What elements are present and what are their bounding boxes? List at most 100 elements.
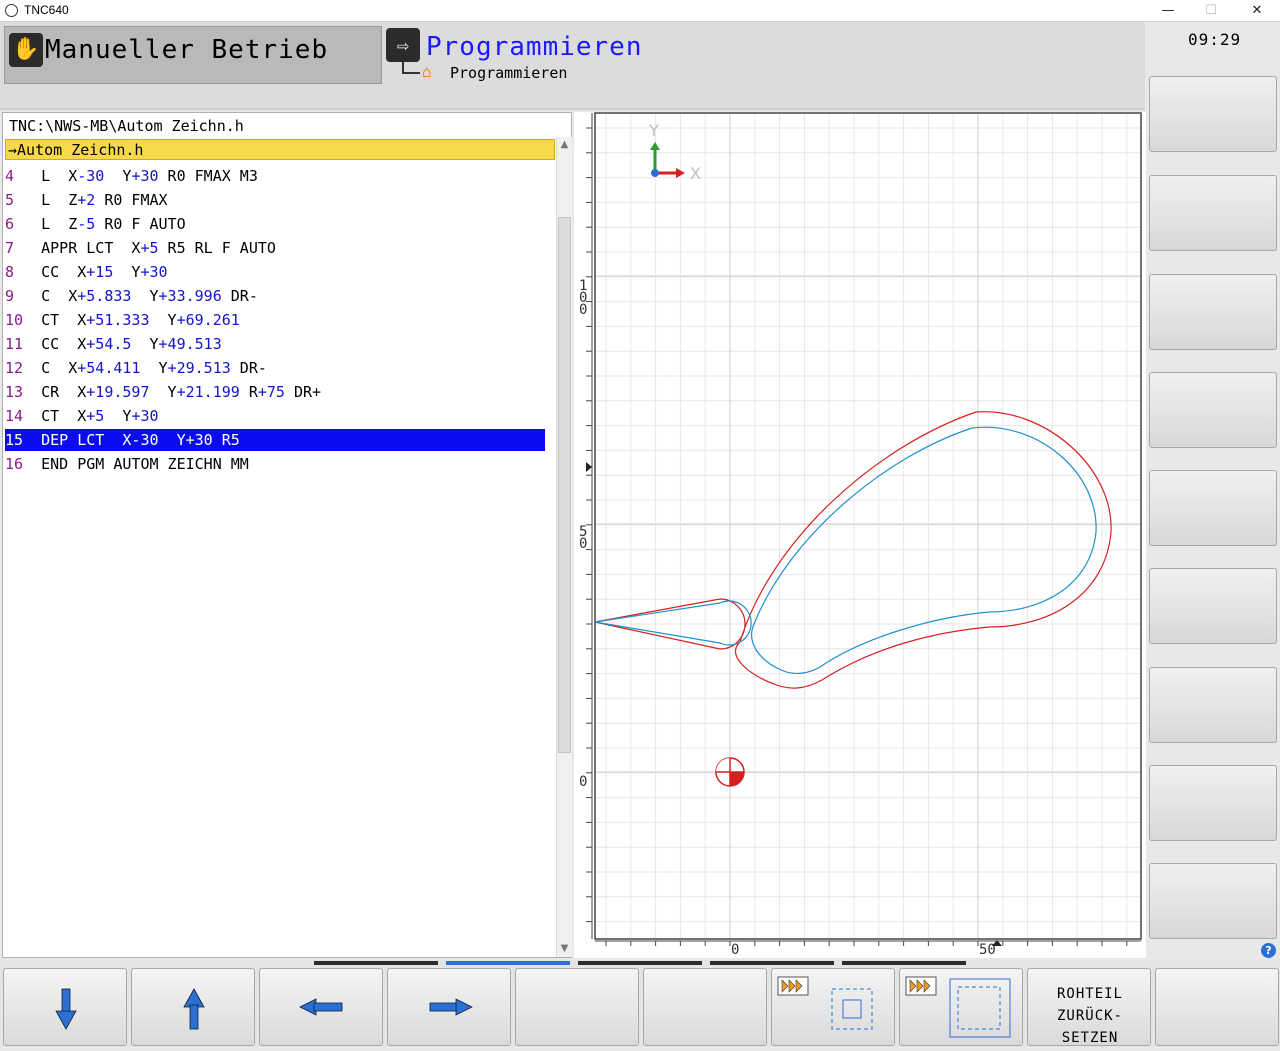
vertical-softkey-9[interactable] [1149,863,1277,939]
nc-token: C X [41,359,78,377]
coordinate-value: +5 [86,407,105,425]
softkey-row-tab-1[interactable] [314,961,438,965]
nc-token: L [41,215,69,233]
softkey-reset-blank[interactable]: ROHTEIL ZURÜCK- SETZEN [1027,968,1151,1046]
coordinate-value: -5 [77,215,96,233]
nc-token: Y [113,263,141,281]
program-line[interactable]: 4 L X-30 Y+30 R0 FMAX M3 [5,165,545,187]
softkey-zoom-small[interactable] [771,968,895,1046]
vertical-softkey-3[interactable] [1149,274,1277,350]
coordinate-value: +15 [86,263,114,281]
line-number: 10 [5,311,24,329]
help-icon[interactable]: ? [1261,943,1276,958]
softkey-row-tab-3[interactable] [578,961,702,965]
softkey-cursor-down[interactable] [3,968,127,1046]
arrow-down-icon [55,988,77,1030]
nc-token: Y [140,359,168,377]
coordinate-value: +54.411 [77,359,141,377]
vertical-softkey-2[interactable] [1149,175,1277,251]
program-line[interactable]: 8 CC X+15 Y+30 [5,261,545,283]
nc-token: Y [131,335,159,353]
softkey-zoom-large[interactable] [899,968,1023,1046]
tool-path [594,426,1097,674]
arrow-up-icon [183,988,205,1030]
minimize-button[interactable]: — [1145,1,1191,21]
nc-token: Z [68,191,78,209]
coordinate-value: +30 [131,407,159,425]
coordinate-value: +21.199 [176,383,240,401]
ruler-label-100: 100 [579,278,587,318]
coordinate-value: +69.261 [176,311,240,329]
mode-program-title[interactable]: Programmieren [426,32,643,62]
nc-token: Y [104,167,132,185]
program-line[interactable]: 13 CR X+19.597 Y+21.199 R+75 DR+ [5,381,545,403]
nc-token: APPR LCT X [41,239,141,257]
zoom-region-large-icon [905,976,1011,1038]
program-line[interactable]: 7 APPR LCT X+5 R5 RL F AUTO [5,237,545,259]
program-line[interactable]: 5 L Z+2 R0 FMAX [5,189,545,211]
softkey-cursor-left[interactable] [259,968,383,1046]
vertical-softkey-7[interactable] [1149,667,1277,743]
program-line[interactable]: 6 L Z-5 R0 F AUTO [5,213,545,235]
vertical-softkey-8[interactable] [1149,765,1277,841]
coordinate-value: +30 [140,263,168,281]
program-line[interactable]: 10 CT X+51.333 Y+69.261 [5,309,545,331]
arrow-right-icon [429,998,473,1016]
nc-token: Z [68,215,78,233]
mode-manual-tab[interactable]: ✋ Manueller Betrieb [4,26,382,84]
nc-token: CT X [41,407,87,425]
vertical-softkey-5[interactable] [1149,470,1277,546]
program-line[interactable]: 9 C X+5.833 Y+33.996 DR- [5,285,545,307]
hand-icon: ✋ [9,33,43,67]
scrollbar[interactable]: ▲ ▼ [556,137,572,957]
softkey-bar: ROHTEIL ZURÜCK- SETZEN [0,960,1280,1047]
coordinate-value: +29.513 [167,359,231,377]
tree-connector [402,62,420,74]
softkey-empty-3[interactable] [1155,968,1279,1046]
nc-token: CT X [41,311,87,329]
active-file-bar[interactable]: →Autom Zeichn.h [5,139,555,160]
nc-token: C X [41,287,78,305]
line-number: 14 [5,407,24,425]
coordinate-value: +51.333 [86,311,150,329]
program-line[interactable]: 12 C X+54.411 Y+29.513 DR- [5,357,545,379]
scroll-thumb[interactable] [558,217,571,753]
softkey-row-tab-4[interactable] [710,961,834,965]
ruler-bottom [595,940,1141,946]
close-button[interactable]: ✕ [1234,1,1280,21]
softkey-empty-1[interactable] [515,968,639,1046]
line-number: 7 [5,239,15,257]
program-mode-icon[interactable]: ⇨ [386,28,420,62]
softkey-row-tab-2[interactable] [446,961,570,965]
home-icon: ⌂ [422,62,432,81]
program-line[interactable]: 15 DEP LCT X-30 Y+30 R5 [5,429,545,451]
ruler-label-50-x: 50 [979,942,996,958]
line-number: 4 [5,167,15,185]
nc-token: L [41,167,69,185]
softkey-cursor-right[interactable] [387,968,511,1046]
graphics-canvas: 100 50 0 0 50 Y X [579,112,1142,958]
maximize-button[interactable]: ☐ [1188,1,1234,21]
program-line[interactable]: 11 CC X+54.5 Y+49.513 [5,333,545,355]
scroll-up-icon[interactable]: ▲ [557,137,572,153]
vertical-softkey-6[interactable] [1149,568,1277,644]
softkey-cursor-up[interactable] [131,968,255,1046]
line-number: 16 [5,455,24,473]
vertical-softkey-4[interactable] [1149,372,1277,448]
coordinate-value: +5 [140,239,159,257]
coordinate-value: +33.996 [158,287,222,305]
reset-label-line-3: SETZEN [1061,1030,1119,1046]
softkey-empty-2[interactable] [643,968,767,1046]
nc-token: END PGM AUTOM ZEICHN MM [41,455,249,473]
softkey-row-tab-5[interactable] [842,961,966,965]
vertical-softkey-1[interactable] [1149,76,1277,152]
program-line[interactable]: 16 END PGM AUTOM ZEICHN MM [5,453,545,475]
scroll-down-icon[interactable]: ▼ [557,941,572,957]
program-line[interactable]: 14 CT X+5 Y+30 [5,405,545,427]
